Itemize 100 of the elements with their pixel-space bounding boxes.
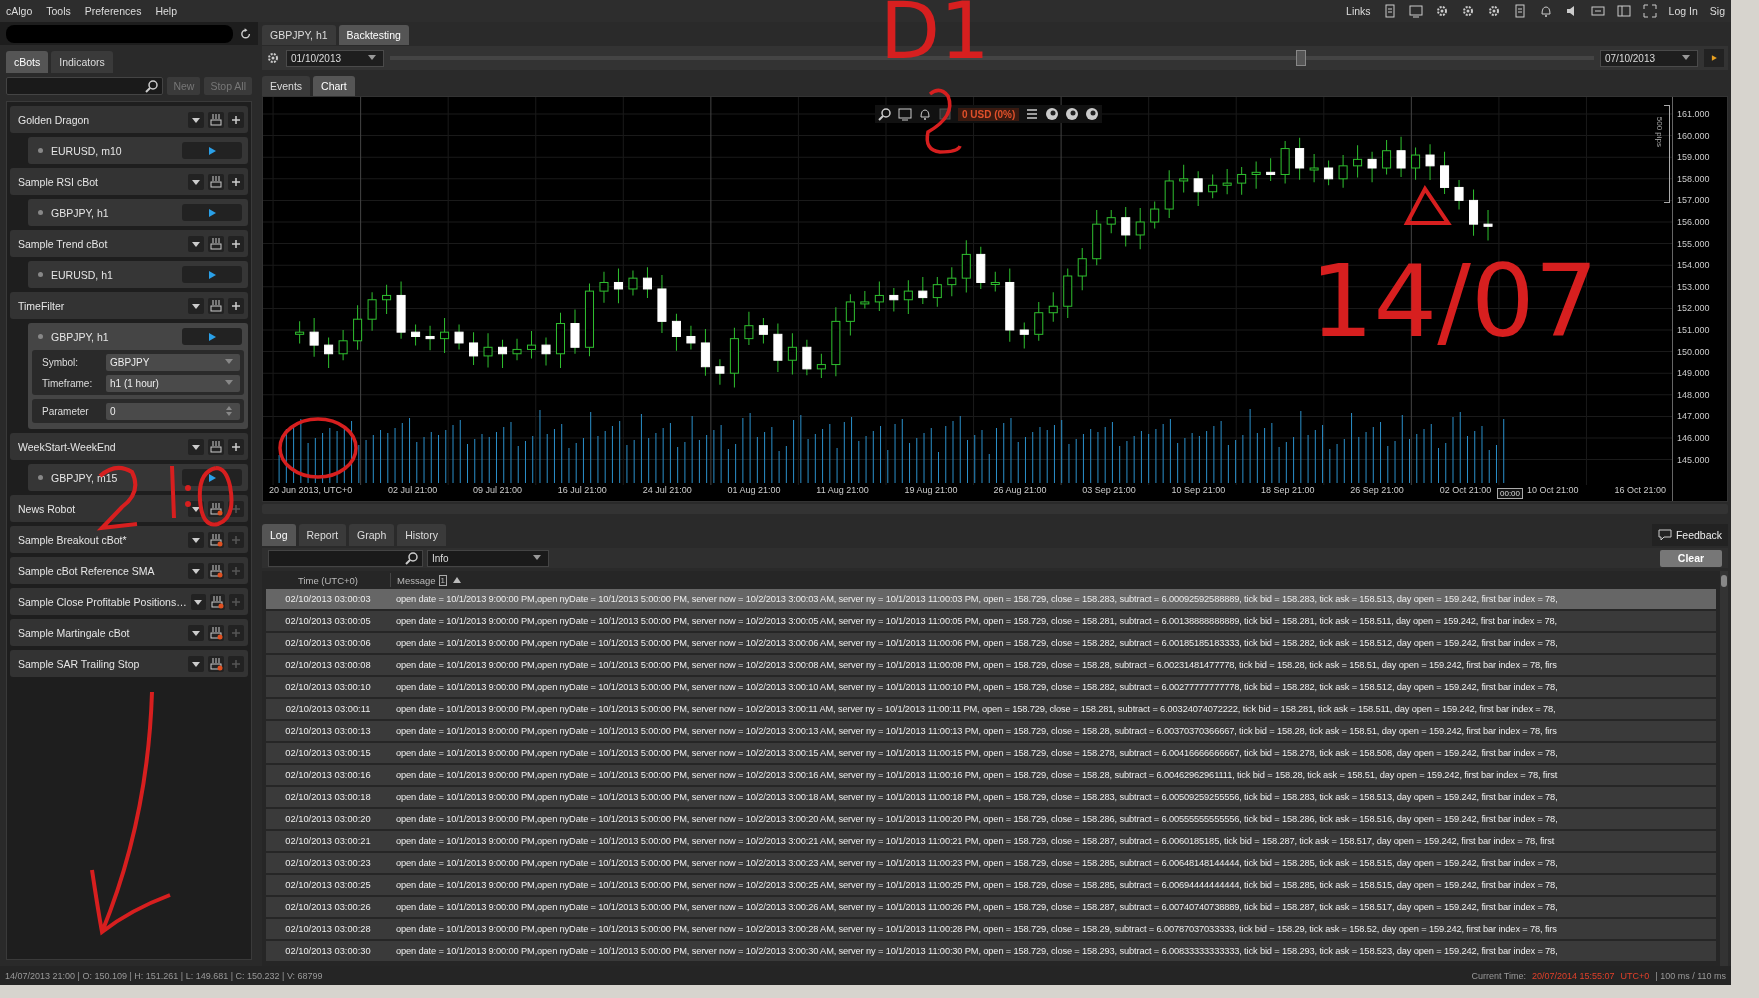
document-icon[interactable] <box>1382 4 1397 18</box>
tab[interactable]: History <box>397 524 446 546</box>
bars-icon[interactable] <box>209 112 223 127</box>
tab[interactable]: Backtesting <box>338 25 409 45</box>
fullscreen-icon[interactable] <box>1642 4 1657 18</box>
play-button[interactable] <box>182 142 242 159</box>
tab[interactable]: Indicators <box>51 51 113 73</box>
list-icon[interactable] <box>1025 107 1040 121</box>
document-icon[interactable] <box>1512 4 1527 18</box>
menu-item[interactable]: Preferences <box>84 5 142 17</box>
end-date-field[interactable]: 07/10/2013 <box>1600 49 1698 67</box>
bars-icon[interactable] <box>209 174 223 189</box>
menu-item[interactable]: Help <box>155 5 177 17</box>
bars-warning-icon[interactable] <box>210 594 225 609</box>
bot-row[interactable]: Sample Martingale cBot <box>10 619 248 646</box>
gear-icon[interactable] <box>1460 4 1475 18</box>
timezone-selector[interactable]: UTC+0 <box>1620 970 1650 981</box>
zoom-icon[interactable] <box>878 107 892 121</box>
candle <box>1454 179 1464 210</box>
level-dropdown[interactable]: Info <box>427 549 549 567</box>
bot-row[interactable]: TimeFilter <box>10 292 248 319</box>
bars-icon[interactable] <box>209 439 223 454</box>
select-field[interactable]: GBPJPY <box>106 353 240 371</box>
log-row[interactable] <box>266 589 1716 609</box>
circle-icon[interactable] <box>1085 107 1100 121</box>
table-cell-text: open date = 10/1/2013 9:00:00 PM,open nyDate = 10/1/2013 5:00:00 PM, server now = 10/2/2013 3:00:16 AM, server ny = 10/1/2013 11:00:16 PM, open = 158.729, close = 158.28, subtract = 6.00462962961111, tick bid = 158.28, tick ask = 158.51, day open = 159.242, first bar index = 78, first <box>395 770 1558 780</box>
bars-icon[interactable] <box>209 298 223 313</box>
bell-icon[interactable] <box>918 107 932 121</box>
search-icon[interactable] <box>405 551 419 565</box>
instance-panel[interactable]: EURUSD, h1 <box>28 261 248 288</box>
number-field[interactable]: 0 <box>106 402 240 420</box>
bars-warning-icon[interactable] <box>209 563 223 578</box>
vertical-scrollbar[interactable] <box>1720 571 1728 966</box>
settings-icon[interactable] <box>266 51 280 65</box>
select-field[interactable]: h1 (1 hour) <box>106 374 240 392</box>
candle <box>613 267 623 304</box>
instance-panel[interactable]: GBPJPY, h1 <box>28 199 248 226</box>
window-icon[interactable] <box>1616 4 1631 18</box>
table-cell-text: 02/10/2013 03:00:28 <box>284 924 372 934</box>
bot-row[interactable]: Golden Dragon <box>10 106 248 133</box>
tab[interactable]: Report <box>298 524 347 546</box>
signup-link[interactable]: Sig <box>1709 5 1725 17</box>
tab[interactable]: GBPJPY, h1 <box>262 25 336 45</box>
feedback-button[interactable]: Feedback <box>1651 524 1728 546</box>
instance-panel[interactable]: GBPJPY, h1 Symbol: GBPJPY Timeframe: h1 (1 hour) Parameter 0 <box>28 323 248 429</box>
candle <box>498 339 508 369</box>
tab[interactable]: Log <box>262 524 296 546</box>
tab[interactable]: Events <box>262 76 311 96</box>
circle-icon[interactable] <box>1045 107 1060 121</box>
search-icon[interactable] <box>145 79 160 93</box>
bot-row[interactable]: Sample SAR Trailing Stop <box>10 650 248 677</box>
instance-panel[interactable]: EURUSD, m10 <box>28 137 248 164</box>
gear-icon[interactable] <box>1486 4 1501 18</box>
refresh-icon[interactable] <box>238 26 252 41</box>
bot-row[interactable]: Sample cBot Reference SMA <box>10 557 248 584</box>
instance-panel[interactable]: GBPJPY, m15 <box>28 464 248 491</box>
play-button[interactable] <box>182 204 242 221</box>
bot-row[interactable]: Sample Close Profitable Positions… <box>10 588 248 615</box>
tab[interactable]: cBots <box>6 51 49 73</box>
square-icon[interactable] <box>938 107 952 121</box>
play-button[interactable] <box>182 266 242 283</box>
bars-warning-icon[interactable] <box>209 625 223 640</box>
bot-row[interactable]: News Robot <box>10 495 248 522</box>
circle-icon[interactable] <box>1065 107 1080 121</box>
menu-item[interactable]: Tools <box>46 5 71 17</box>
login-link[interactable]: Log In <box>1668 5 1698 17</box>
screen-icon[interactable] <box>898 107 912 121</box>
links-link[interactable]: Links <box>1346 5 1371 17</box>
bot-row[interactable]: WeekStart-WeekEnd <box>10 433 248 460</box>
bars-icon[interactable] <box>209 236 223 251</box>
tab[interactable]: Graph <box>349 524 395 546</box>
start-date-field[interactable]: 01/10/2013 <box>286 49 384 67</box>
bars-warning-icon[interactable] <box>209 656 223 671</box>
clear-button[interactable]: Clear <box>1660 549 1722 567</box>
instance-symbol: GBPJPY, h1 <box>51 206 110 219</box>
column-header[interactable]: Message <box>397 574 436 586</box>
candle <box>1063 267 1073 319</box>
play-button[interactable] <box>182 328 242 345</box>
bars-warning-icon[interactable] <box>209 501 223 516</box>
play-icon[interactable] <box>1709 53 1719 63</box>
menu-item[interactable]: cAlgo <box>6 5 33 17</box>
search-field[interactable] <box>6 77 164 95</box>
tab[interactable]: Chart <box>313 76 355 96</box>
bot-row[interactable]: Sample Breakout cBot* <box>10 526 248 553</box>
candle <box>787 332 797 375</box>
chat-icon[interactable] <box>1657 528 1672 542</box>
bot-row[interactable]: Sample RSI cBot <box>10 168 248 195</box>
table-cell-text: 02/10/2013 03:00:26 <box>284 902 372 912</box>
keyboard-icon[interactable] <box>1590 4 1605 18</box>
table-cell-text: open date = 10/1/2013 9:00:00 PM,open nyDate = 10/1/2013 5:00:00 PM, server now = 10/2/2013 3:00:05 AM, server ny = 10/1/2013 11:00:05 PM, open = 158.729, close = 158.281, subtract = 6.00138888888889, tick bid = 158.281, tick ask = 158.511, day open = 159.242, first bar index = 78, <box>395 616 1557 626</box>
candle <box>845 293 855 337</box>
slider-handle[interactable] <box>1296 50 1307 66</box>
gear-icon[interactable] <box>1434 4 1449 18</box>
column-header[interactable]: Time (UTC+0) <box>266 574 390 586</box>
play-button[interactable] <box>1704 49 1724 67</box>
bars-warning-icon[interactable] <box>209 532 223 547</box>
bell-icon[interactable] <box>1538 4 1553 18</box>
screen-icon[interactable] <box>1408 4 1423 18</box>
search-field[interactable] <box>268 549 423 567</box>
bot-row[interactable]: Sample Trend cBot <box>10 230 248 257</box>
